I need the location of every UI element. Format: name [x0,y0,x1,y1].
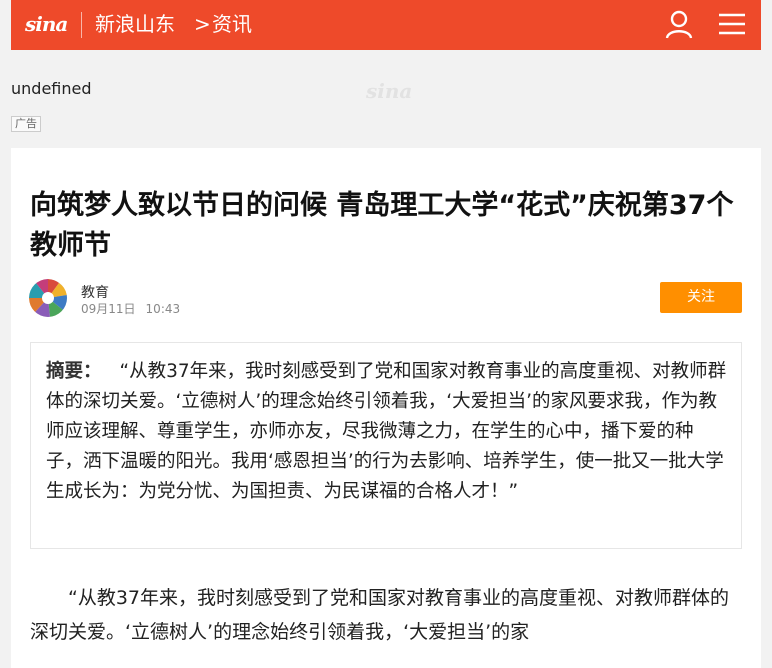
author-avatar[interactable] [29,279,67,317]
article-title: 向筑梦人致以节日的问候 青岛理工大学“花式”庆祝第37个教师节 [30,190,734,261]
summary-content: “从教37年来，我时刻感受到了党和国家对教育事业的高度重视、对教师群体的深切关爱… [46,361,727,502]
publish-meta: 09月11日 10:43 [81,300,180,317]
breadcrumb-section-link[interactable]: 资讯 [212,10,252,38]
publish-date: 09月11日 [81,302,136,316]
site-name-link[interactable]: 新浪山东 [95,10,175,38]
article-summary-box: 摘要： “从教37年来，我时刻感受到了党和国家对教育事业的高度重视、对教师群体的深… [30,342,742,549]
broken-image-icon: undefined [11,79,92,98]
chevron-right-icon: > [194,12,211,36]
author-name[interactable]: 教育 [81,282,109,302]
top-navigation-bar: sina 新浪山东 > 资讯 [11,0,761,50]
summary-text: 摘要： “从教37年来，我时刻感受到了党和国家对教育事业的高度重视、对教师群体的深… [46,357,729,507]
user-icon[interactable] [663,8,695,40]
article-body-paragraph: “从教37年来，我时刻感受到了党和国家对教育事业的高度重视、对教师群体的深切关爱… [30,587,730,643]
article-card: 向筑梦人致以节日的问候 青岛理工大学“花式”庆祝第37个教师节 教育 09月11… [11,148,761,668]
ad-label-badge: 广告 [11,116,41,132]
sina-watermark: sina [366,79,413,103]
publish-time: 10:43 [145,302,181,316]
header-divider [81,12,82,38]
hamburger-menu-icon[interactable] [717,9,747,39]
sina-logo[interactable]: sina [25,10,68,38]
summary-label: 摘要： [46,361,102,382]
follow-button[interactable]: 关注 [660,282,742,313]
ad-banner[interactable]: undefined sina [11,75,761,117]
